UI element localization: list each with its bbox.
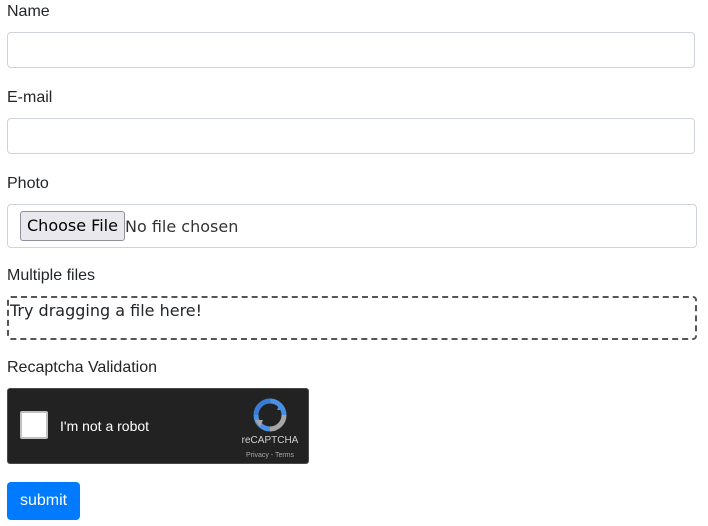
name-input[interactable] (7, 32, 695, 68)
submit-button[interactable]: submit (7, 482, 80, 520)
photo-file-input[interactable]: Choose File No file chosen (7, 204, 697, 248)
file-status-text: No file chosen (125, 217, 239, 236)
form-page: Name E-mail Photo Choose File No file ch… (0, 0, 708, 526)
choose-file-button[interactable]: Choose File (20, 211, 125, 241)
recaptcha-terms-link[interactable]: Terms (275, 452, 294, 459)
file-dropzone[interactable]: Try dragging a file here! (7, 296, 697, 340)
email-input[interactable] (7, 118, 695, 154)
recaptcha-brand: reCAPTCHA (241, 435, 299, 446)
recaptcha-links: Privacy - Terms (238, 451, 302, 460)
photo-label: Photo (7, 175, 49, 192)
recaptcha-logo-icon (253, 398, 287, 432)
recaptcha-checkbox[interactable] (20, 411, 48, 439)
recaptcha-privacy-link[interactable]: Privacy (246, 452, 269, 459)
multiple-files-label: Multiple files (7, 267, 96, 284)
name-label: Name (7, 3, 50, 20)
dropzone-text: Try dragging a file here! (10, 301, 203, 320)
recaptcha-widget: I'm not a robot reCAPTCHA Privacy - Term… (7, 388, 309, 464)
recaptcha-label: Recaptcha Validation (7, 359, 158, 376)
email-label: E-mail (7, 89, 53, 106)
recaptcha-checkbox-label: I'm not a robot (60, 418, 150, 434)
